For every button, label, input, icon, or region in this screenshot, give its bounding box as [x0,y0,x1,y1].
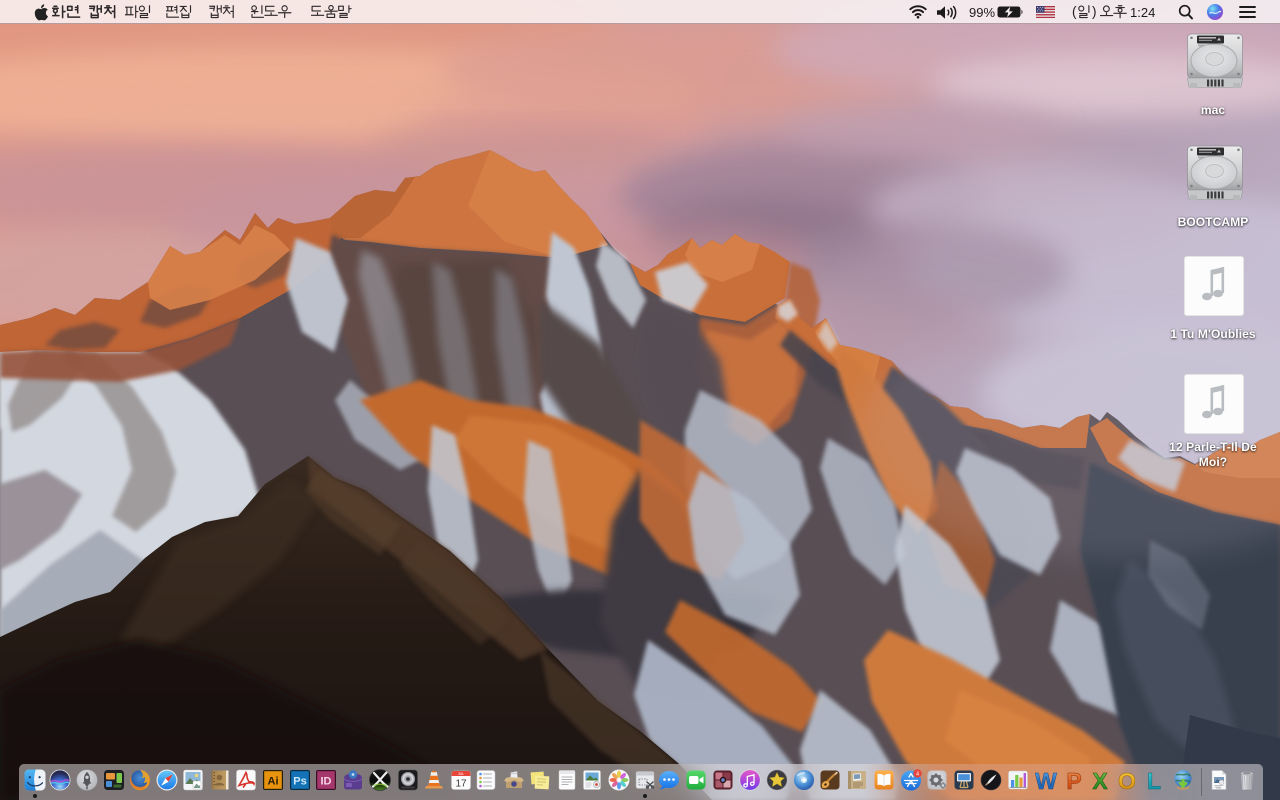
svg-text:JUL: JUL [458,772,464,776]
svg-text:ID: ID [321,776,332,788]
svg-text:Ps: Ps [293,776,306,788]
svg-text:L: L [1147,769,1161,791]
svg-text:P: P [1066,769,1081,791]
svg-text:O: O [1118,769,1136,791]
svg-text:PDF: PDF [1216,786,1222,790]
svg-text:X: X [1092,769,1108,791]
svg-text:4: 4 [916,771,919,777]
svg-text:Ai: Ai [268,776,279,788]
svg-text:17: 17 [455,779,467,790]
svg-text:W: W [1035,769,1057,791]
